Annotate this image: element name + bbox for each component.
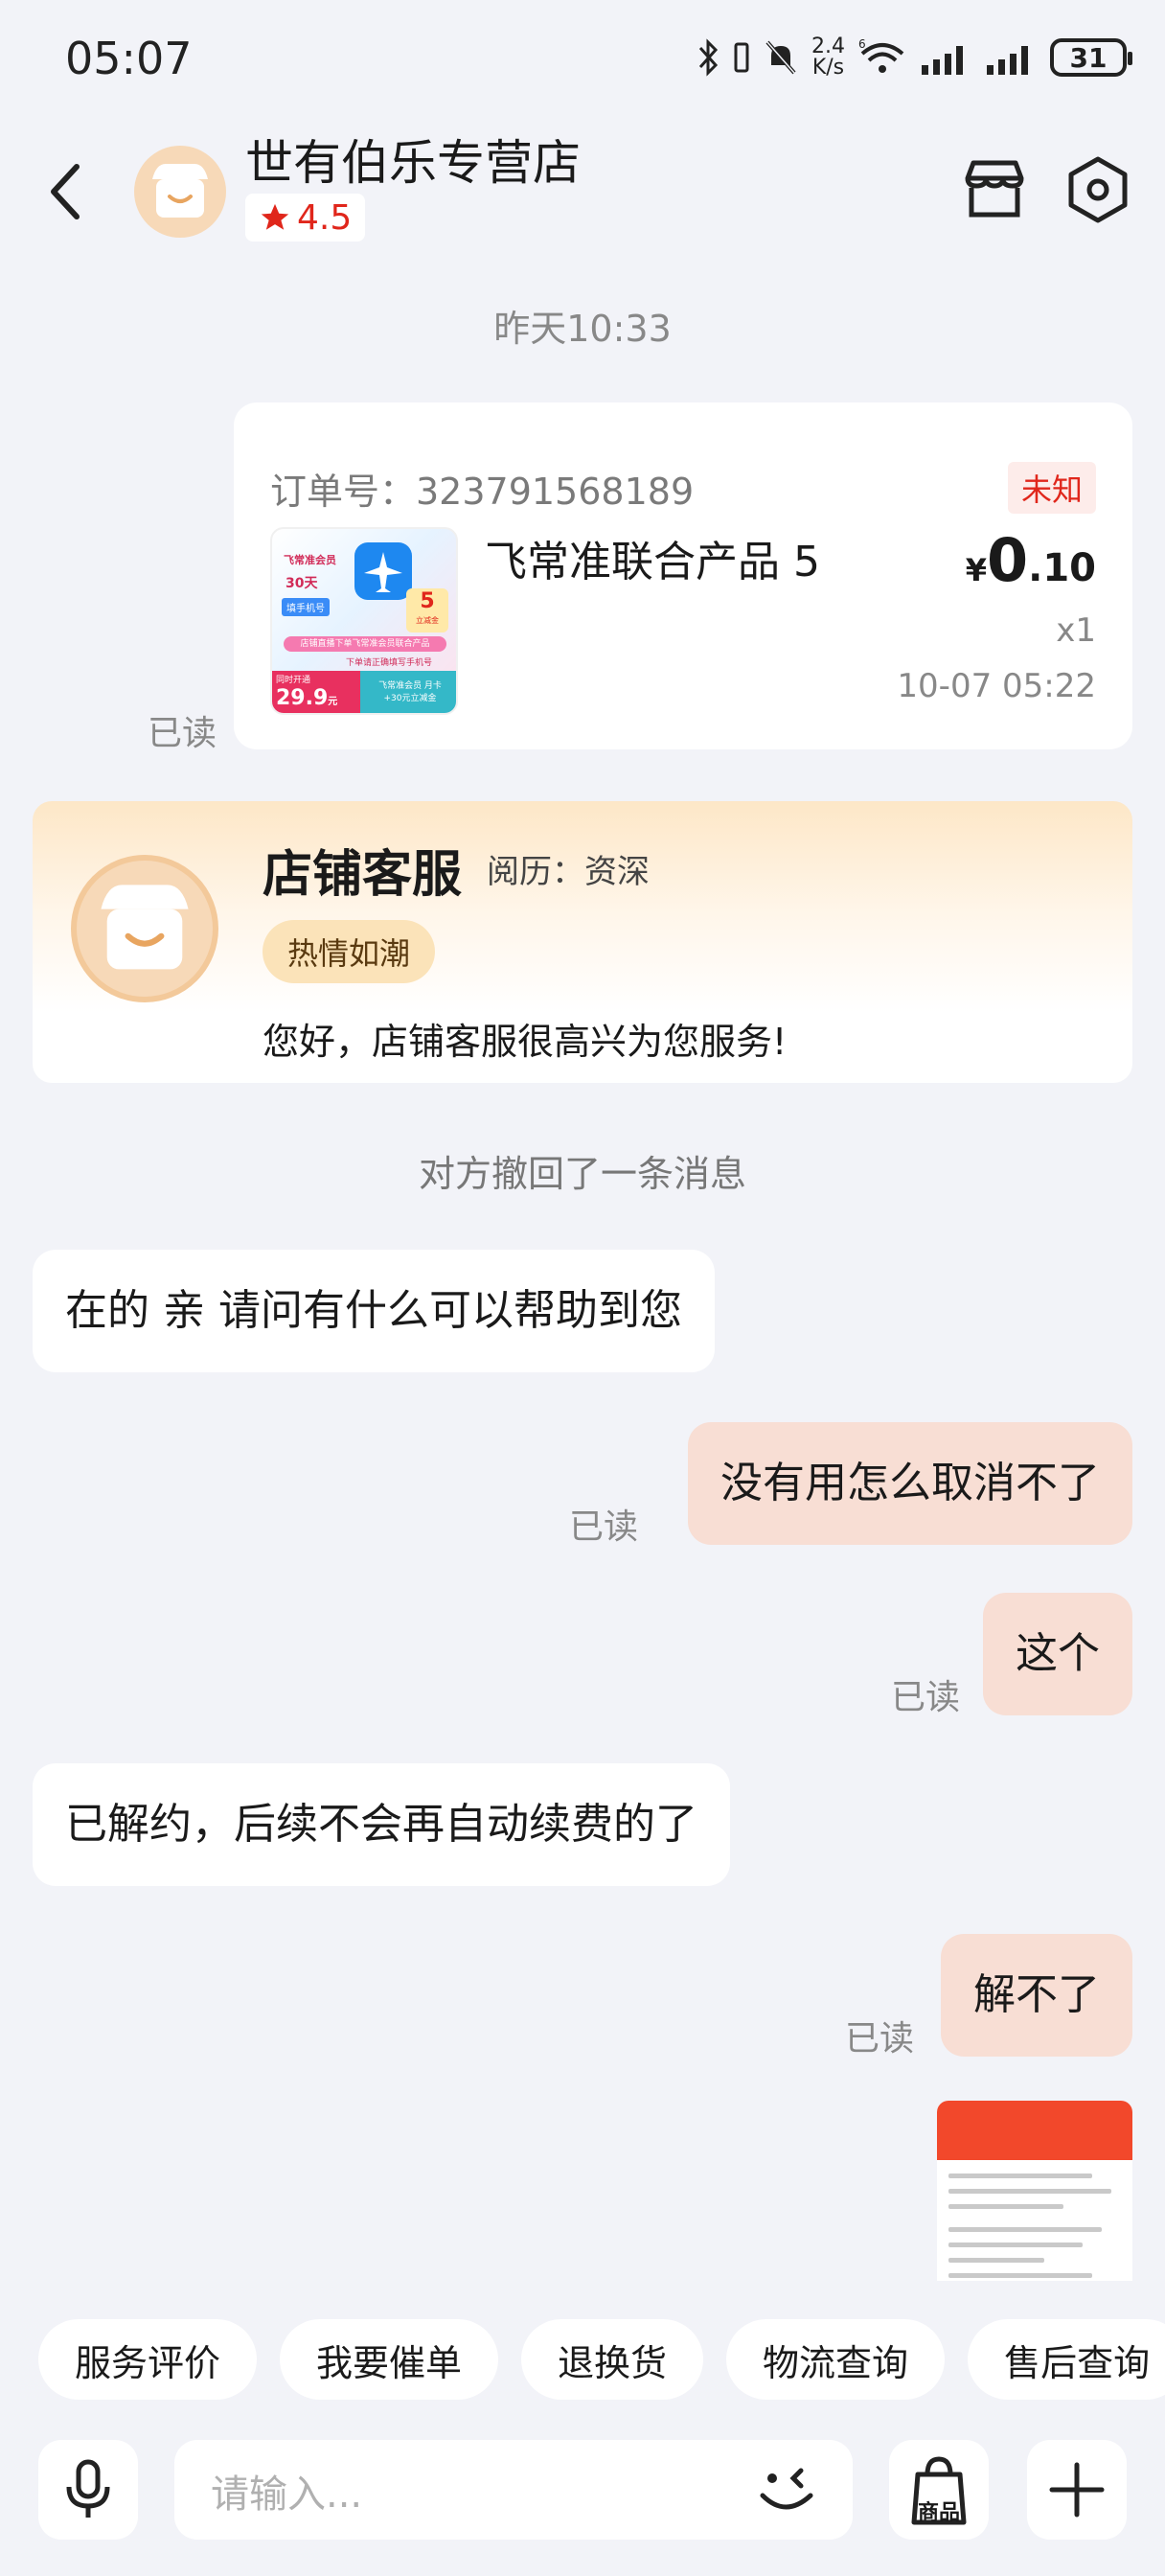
chevron-left-icon bbox=[51, 164, 80, 219]
agent-avatar bbox=[71, 855, 218, 1002]
time-separator: 昨天10:33 bbox=[493, 308, 672, 350]
store-face-icon bbox=[152, 164, 208, 218]
store-button[interactable] bbox=[958, 153, 1031, 226]
goods-button[interactable]: 商品 bbox=[889, 2440, 989, 2540]
thumb-strip-2: 下单请正确填写手机号 bbox=[345, 658, 432, 668]
settings-button[interactable] bbox=[1062, 153, 1134, 226]
svg-text:6: 6 bbox=[858, 38, 866, 51]
goods-label: 商品 bbox=[917, 2501, 960, 2525]
status-time: 05:07 bbox=[65, 33, 193, 84]
order-status-badge: 未知 bbox=[1007, 462, 1096, 514]
bluetooth-icon bbox=[698, 38, 719, 77]
thumb-days: 30天 bbox=[286, 576, 318, 591]
quick-actions-bar: 服务评价 我要催单 退换货 物流查询 售后查询 bbox=[0, 2319, 1165, 2400]
quick-action-logistics[interactable]: 物流查询 bbox=[726, 2319, 946, 2400]
agent-name: 店铺客服 bbox=[263, 846, 463, 904]
thumb-price-block: 同时开通 29.9元 bbox=[272, 671, 360, 713]
signal-icon bbox=[922, 46, 963, 75]
quick-action-urge-order[interactable]: 我要催单 bbox=[280, 2319, 499, 2400]
store-icon bbox=[965, 160, 1024, 218]
thumb-strip-1: 店铺直播下单飞常准会员联合产品 bbox=[284, 636, 446, 652]
status-icons: 2.4 K/s 6 31 bbox=[697, 29, 1132, 86]
store-face-icon bbox=[101, 885, 189, 970]
agent-experience: 阅历：资深 bbox=[487, 853, 650, 891]
read-receipt: 已读 bbox=[569, 1507, 639, 1547]
message-bubble-received[interactable]: 在的 亲 请问有什么可以帮助到您 bbox=[33, 1250, 715, 1372]
product-thumbnail: 飞常准会员 30天 填手机号 5 立减金 店铺直播下单飞常准会员联合产品 下单请… bbox=[270, 527, 458, 715]
shop-name[interactable]: 世有伯乐专营店 bbox=[245, 125, 581, 194]
message-bubble-sent[interactable]: 这个 bbox=[983, 1593, 1132, 1715]
voice-button[interactable] bbox=[38, 2440, 138, 2540]
quick-action-rate-service[interactable]: 服务评价 bbox=[38, 2319, 258, 2400]
message-bubble-received[interactable]: 已解约，后续不会再自动续费的了 bbox=[33, 1763, 730, 1886]
read-receipt: 已读 bbox=[891, 1678, 961, 1717]
quick-action-return[interactable]: 退换货 bbox=[521, 2319, 704, 2400]
shop-rating: 4.5 bbox=[245, 194, 366, 242]
input-placeholder: 请输入... bbox=[211, 2472, 363, 2517]
thumb-badge: 5 立减金 bbox=[406, 588, 448, 632]
plus-icon bbox=[1049, 2462, 1105, 2518]
hexagon-settings-icon bbox=[1068, 156, 1128, 223]
order-price: ¥0.10 bbox=[965, 525, 1096, 595]
quick-action-after-sales[interactable]: 售后查询 bbox=[968, 2319, 1165, 2400]
microphone-icon bbox=[66, 2459, 110, 2518]
thumb-brand: 飞常准会员 bbox=[284, 554, 336, 566]
message-image-screenshot[interactable] bbox=[937, 2101, 1132, 2281]
order-date: 10-07 05:22 bbox=[897, 667, 1096, 705]
wink-emoji-icon bbox=[760, 2468, 813, 2510]
battery-icon: 31 bbox=[1050, 38, 1132, 77]
thumb-tag: 填手机号 bbox=[282, 598, 330, 616]
message-bubble-sent[interactable]: 没有用怎么取消不了 bbox=[688, 1422, 1132, 1545]
recall-notice: 对方撤回了一条消息 bbox=[418, 1153, 746, 1195]
service-agent-card: 店铺客服 阅历：资深 热情如潮 您好，店铺客服很高兴为您服务! bbox=[33, 801, 1132, 1083]
order-card[interactable]: 订单号：323791568189 未知 飞常准会员 30天 填手机号 5 立减金… bbox=[234, 402, 1132, 749]
signal-icon bbox=[987, 46, 1028, 75]
airplane-logo-icon bbox=[354, 542, 412, 600]
emoji-button[interactable] bbox=[751, 2459, 824, 2520]
read-receipt: 已读 bbox=[148, 714, 217, 753]
shop-avatar[interactable] bbox=[134, 146, 226, 238]
thumb-bottom-block: 飞常准会员 月卡 +30元立减金 bbox=[360, 671, 456, 713]
vibrate-icon bbox=[734, 42, 749, 73]
message-input[interactable]: 请输入... bbox=[174, 2440, 853, 2540]
star-icon bbox=[261, 203, 289, 230]
mute-bell-icon bbox=[765, 40, 796, 75]
order-product-name: 飞常准联合产品 5 bbox=[485, 538, 820, 586]
read-receipt: 已读 bbox=[845, 2019, 915, 2058]
net-speed: 2.4 K/s bbox=[811, 34, 845, 80]
message-bubble-sent[interactable]: 解不了 bbox=[941, 1934, 1132, 2057]
wifi-6-icon: 6 bbox=[858, 38, 904, 73]
agent-tag: 热情如潮 bbox=[263, 920, 436, 983]
more-button[interactable] bbox=[1027, 2440, 1127, 2540]
rating-value: 4.5 bbox=[297, 197, 353, 238]
order-quantity: x1 bbox=[1056, 611, 1096, 650]
back-button[interactable] bbox=[38, 153, 96, 230]
agent-greeting: 您好，店铺客服很高兴为您服务! bbox=[263, 1021, 788, 1063]
order-number: 订单号：323791568189 bbox=[270, 471, 695, 513]
